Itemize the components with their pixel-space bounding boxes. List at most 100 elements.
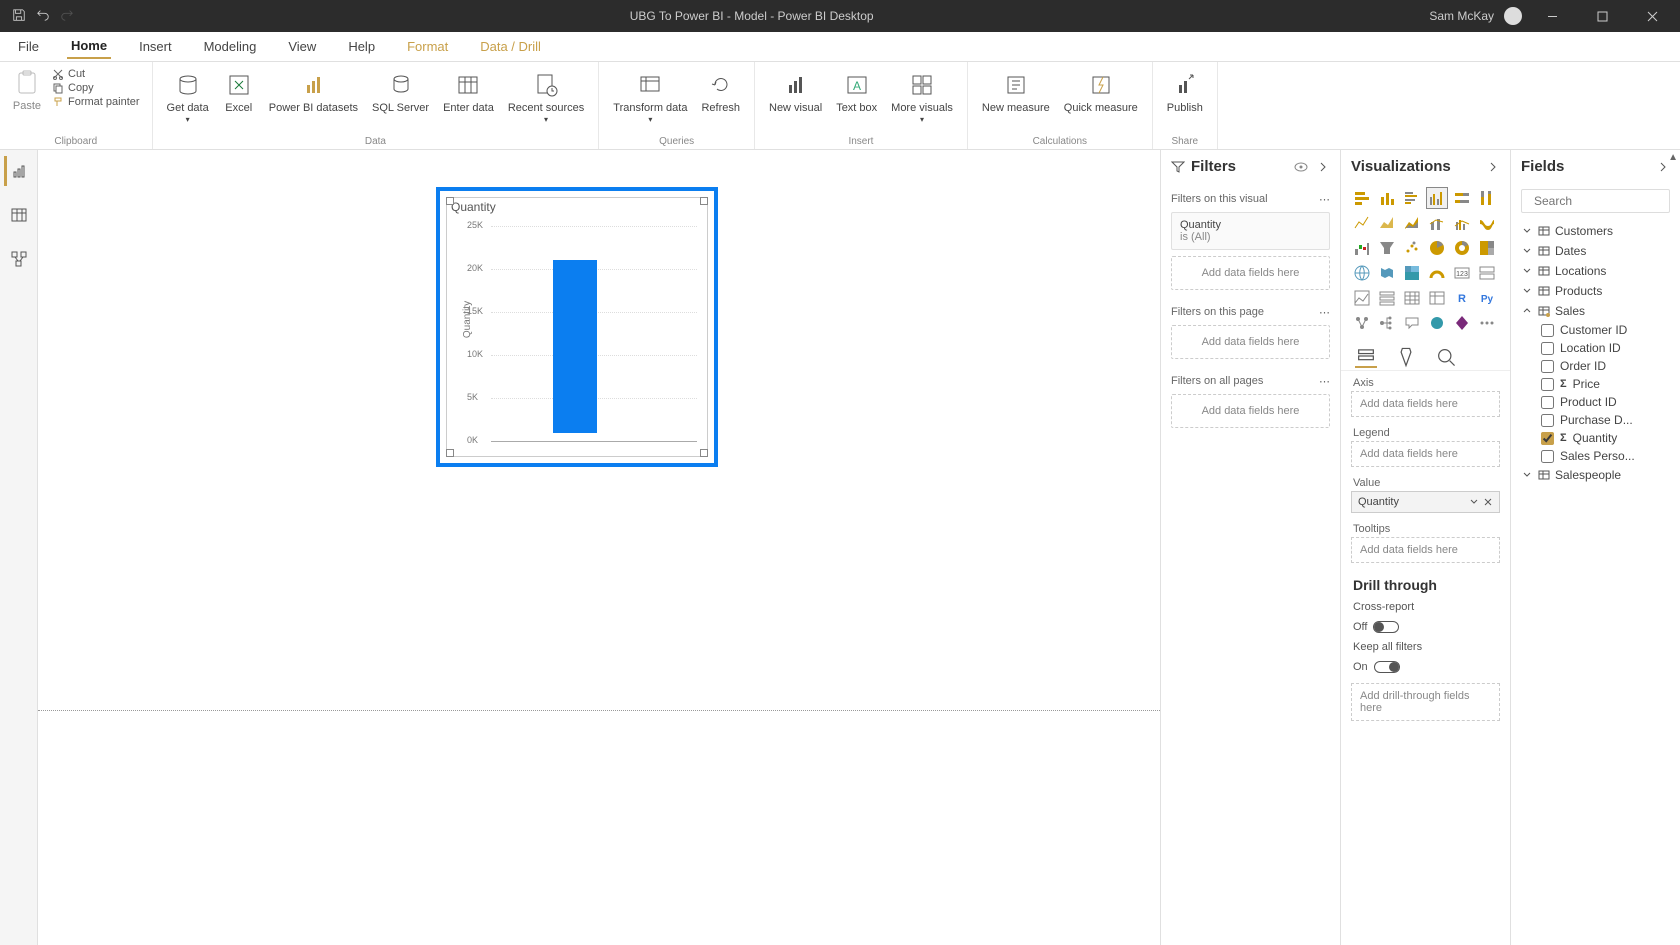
chevron-right-icon[interactable] xyxy=(1486,160,1500,174)
viz-matrix[interactable] xyxy=(1426,287,1448,309)
user-name[interactable]: Sam McKay xyxy=(1429,9,1494,23)
save-icon[interactable] xyxy=(12,8,26,25)
search-input[interactable] xyxy=(1534,194,1680,208)
filters-on-page-header[interactable]: Filters on this page⋯ xyxy=(1171,300,1330,325)
menu-help[interactable]: Help xyxy=(344,35,379,58)
viz-map[interactable] xyxy=(1351,262,1373,284)
sql-server-button[interactable]: SQL Server xyxy=(366,66,435,119)
viz-card[interactable]: 123 xyxy=(1451,262,1473,284)
viz-qa[interactable] xyxy=(1401,312,1423,334)
field-price[interactable]: ΣPrice xyxy=(1519,375,1672,393)
new-visual-button[interactable]: New visual xyxy=(763,66,828,119)
refresh-button[interactable]: Refresh xyxy=(695,66,746,119)
filter-drop-all[interactable]: Add data fields here xyxy=(1171,394,1330,428)
field-sales-person[interactable]: Sales Perso... xyxy=(1519,447,1672,465)
viz-decomposition-tree[interactable] xyxy=(1376,312,1398,334)
bar-chart-visual[interactable]: Quantity Quantity 25K 20K 15K 10K 5K xyxy=(436,187,718,467)
viz-donut[interactable] xyxy=(1451,237,1473,259)
viz-funnel[interactable] xyxy=(1376,237,1398,259)
cut-button[interactable]: Cut xyxy=(52,68,140,80)
pbi-datasets-button[interactable]: Power BI datasets xyxy=(263,66,364,119)
enter-data-button[interactable]: Enter data xyxy=(437,66,500,119)
viz-powerapps[interactable] xyxy=(1451,312,1473,334)
eye-icon[interactable] xyxy=(1294,160,1308,174)
format-tab[interactable] xyxy=(1395,346,1417,368)
scroll-up-arrow[interactable]: ▲ xyxy=(1668,152,1678,163)
menu-insert[interactable]: Insert xyxy=(135,35,176,58)
cross-report-toggle[interactable]: Off xyxy=(1353,621,1399,633)
viz-line-clustered-column[interactable] xyxy=(1451,212,1473,234)
viz-stacked-column[interactable] xyxy=(1376,187,1398,209)
table-sales[interactable]: Sales xyxy=(1519,301,1672,321)
menu-file[interactable]: File xyxy=(14,35,43,58)
viz-table[interactable] xyxy=(1401,287,1423,309)
keep-filters-toggle[interactable]: On xyxy=(1353,661,1400,673)
fields-header[interactable]: Fields xyxy=(1511,150,1680,183)
field-quantity[interactable]: ΣQuantity xyxy=(1519,429,1672,447)
menu-view[interactable]: View xyxy=(284,35,320,58)
publish-button[interactable]: Publish xyxy=(1161,66,1209,119)
viz-clustered-bar[interactable] xyxy=(1401,187,1423,209)
viz-line[interactable] xyxy=(1351,212,1373,234)
table-products[interactable]: Products xyxy=(1519,281,1672,301)
data-view-button[interactable] xyxy=(4,200,34,230)
viz-multi-row-card[interactable] xyxy=(1476,262,1498,284)
viz-clustered-column[interactable] xyxy=(1426,187,1448,209)
close-button[interactable] xyxy=(1632,0,1672,32)
redo-icon[interactable] xyxy=(60,8,74,25)
viz-r[interactable]: R xyxy=(1451,287,1473,309)
report-canvas[interactable]: Quantity Quantity 25K 20K 15K 10K 5K xyxy=(38,150,1160,945)
excel-button[interactable]: Excel xyxy=(217,66,261,119)
corner-handle[interactable] xyxy=(700,449,708,457)
chevron-right-icon[interactable] xyxy=(1316,160,1330,174)
get-data-button[interactable]: Get data▾ xyxy=(161,66,215,129)
fields-search[interactable] xyxy=(1521,189,1670,213)
axis-well[interactable]: Add data fields here xyxy=(1351,391,1500,417)
viz-key-influencers[interactable] xyxy=(1351,312,1373,334)
table-locations[interactable]: Locations xyxy=(1519,261,1672,281)
viz-100-stacked-bar[interactable] xyxy=(1451,187,1473,209)
recent-sources-button[interactable]: Recent sources▾ xyxy=(502,66,590,129)
viz-stacked-bar[interactable] xyxy=(1351,187,1373,209)
field-order-id[interactable]: Order ID xyxy=(1519,357,1672,375)
drill-through-well[interactable]: Add drill-through fields here xyxy=(1351,683,1500,721)
analytics-tab[interactable] xyxy=(1435,346,1457,368)
table-dates[interactable]: Dates xyxy=(1519,241,1672,261)
bar-quantity[interactable] xyxy=(553,260,597,433)
filters-header[interactable]: Filters xyxy=(1161,150,1340,183)
field-customer-id[interactable]: Customer ID xyxy=(1519,321,1672,339)
copy-button[interactable]: Copy xyxy=(52,82,140,94)
field-purchase-date[interactable]: Purchase D... xyxy=(1519,411,1672,429)
visualizations-header[interactable]: Visualizations xyxy=(1341,150,1510,183)
viz-waterfall[interactable] xyxy=(1351,237,1373,259)
field-location-id[interactable]: Location ID xyxy=(1519,339,1672,357)
viz-stacked-area[interactable] xyxy=(1401,212,1423,234)
corner-handle[interactable] xyxy=(700,197,708,205)
remove-icon[interactable] xyxy=(1483,497,1493,507)
filter-drop-page[interactable]: Add data fields here xyxy=(1171,325,1330,359)
table-salespeople[interactable]: Salespeople xyxy=(1519,465,1672,485)
minimize-button[interactable] xyxy=(1532,0,1572,32)
filters-on-all-header[interactable]: Filters on all pages⋯ xyxy=(1171,369,1330,394)
report-view-button[interactable] xyxy=(4,156,34,186)
menu-data-drill[interactable]: Data / Drill xyxy=(476,35,545,58)
viz-line-stacked-column[interactable] xyxy=(1426,212,1448,234)
maximize-button[interactable] xyxy=(1582,0,1622,32)
legend-well[interactable]: Add data fields here xyxy=(1351,441,1500,467)
viz-shape-map[interactable] xyxy=(1401,262,1423,284)
paste-button[interactable]: Paste xyxy=(8,66,46,114)
transform-data-button[interactable]: Transform data▾ xyxy=(607,66,693,129)
viz-slicer[interactable] xyxy=(1376,287,1398,309)
filters-on-visual-header[interactable]: Filters on this visual⋯ xyxy=(1171,187,1330,212)
viz-gauge[interactable] xyxy=(1426,262,1448,284)
filter-drop-visual[interactable]: Add data fields here xyxy=(1171,256,1330,290)
viz-ribbon[interactable] xyxy=(1476,212,1498,234)
model-view-button[interactable] xyxy=(4,244,34,274)
new-measure-button[interactable]: New measure xyxy=(976,66,1056,119)
format-painter-button[interactable]: Format painter xyxy=(52,96,140,108)
viz-kpi[interactable] xyxy=(1351,287,1373,309)
menu-modeling[interactable]: Modeling xyxy=(200,35,261,58)
viz-more[interactable] xyxy=(1476,312,1498,334)
undo-icon[interactable] xyxy=(36,8,50,25)
corner-handle[interactable] xyxy=(446,197,454,205)
